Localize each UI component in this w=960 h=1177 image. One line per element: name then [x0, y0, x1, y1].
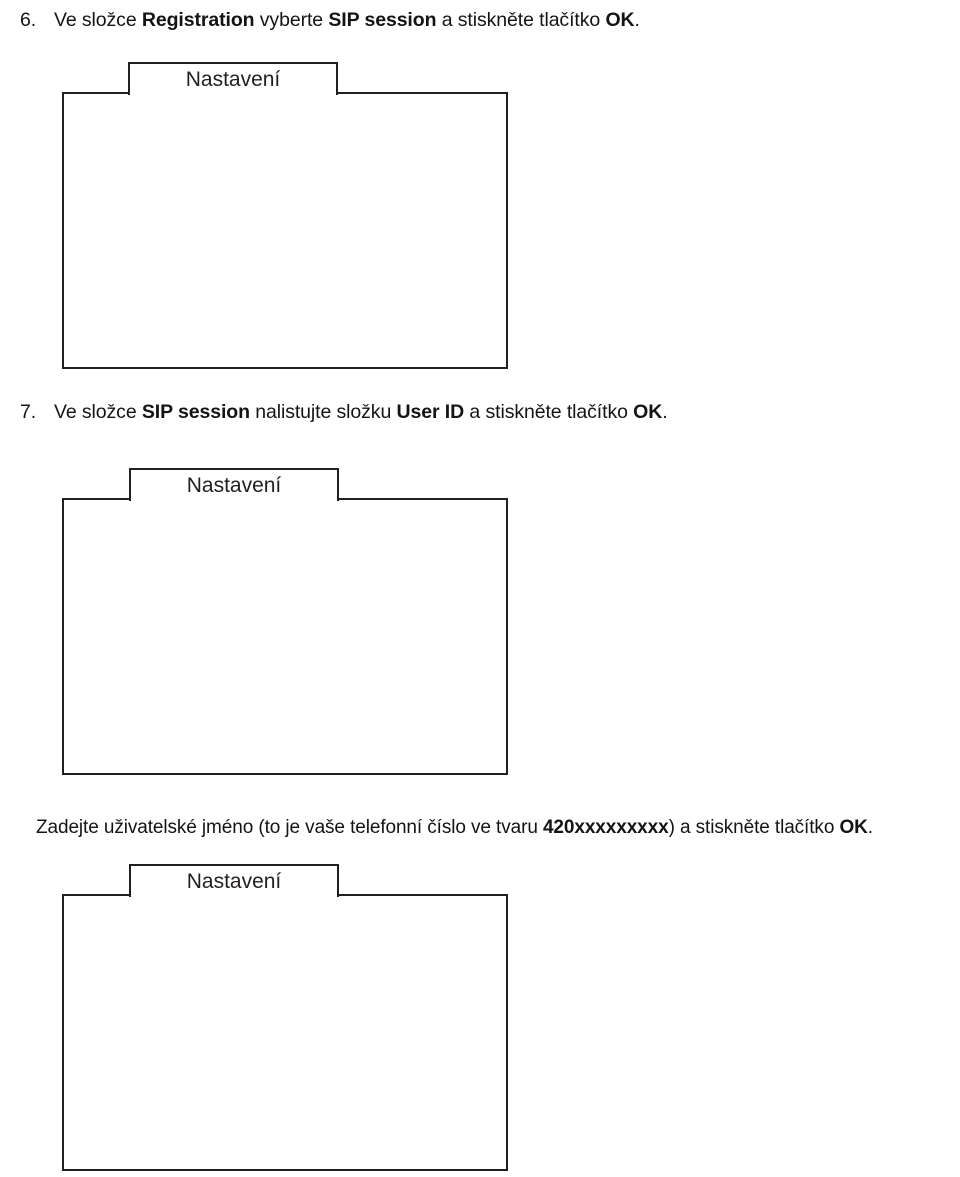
tab-notch-1	[131, 90, 335, 94]
instruction-step-7: 7. Ve složce SIP session nalistujte složk…	[20, 400, 668, 424]
tab-notch-2	[132, 496, 336, 500]
instruction-step-8: Zadejte uživatelské jméno (to je vaše te…	[36, 816, 873, 840]
panel-body-3	[62, 894, 508, 1171]
step-text: Ve složce SIP session nalistujte složku …	[54, 401, 668, 423]
panel-body-2	[62, 498, 508, 775]
step-text: Ve složce Registration vyberte SIP sessi…	[54, 9, 640, 31]
tab-notch-3	[132, 892, 336, 896]
step-text: Zadejte uživatelské jméno (to je vaše te…	[36, 817, 873, 838]
panel-body-1	[62, 92, 508, 369]
document-page: 6. Ve složce Registration vyberte SIP ses…	[0, 0, 960, 1177]
step-number: 6.	[20, 9, 37, 31]
instruction-step-6: 6. Ve složce Registration vyberte SIP ses…	[20, 8, 640, 32]
step-number: 7.	[20, 401, 37, 423]
